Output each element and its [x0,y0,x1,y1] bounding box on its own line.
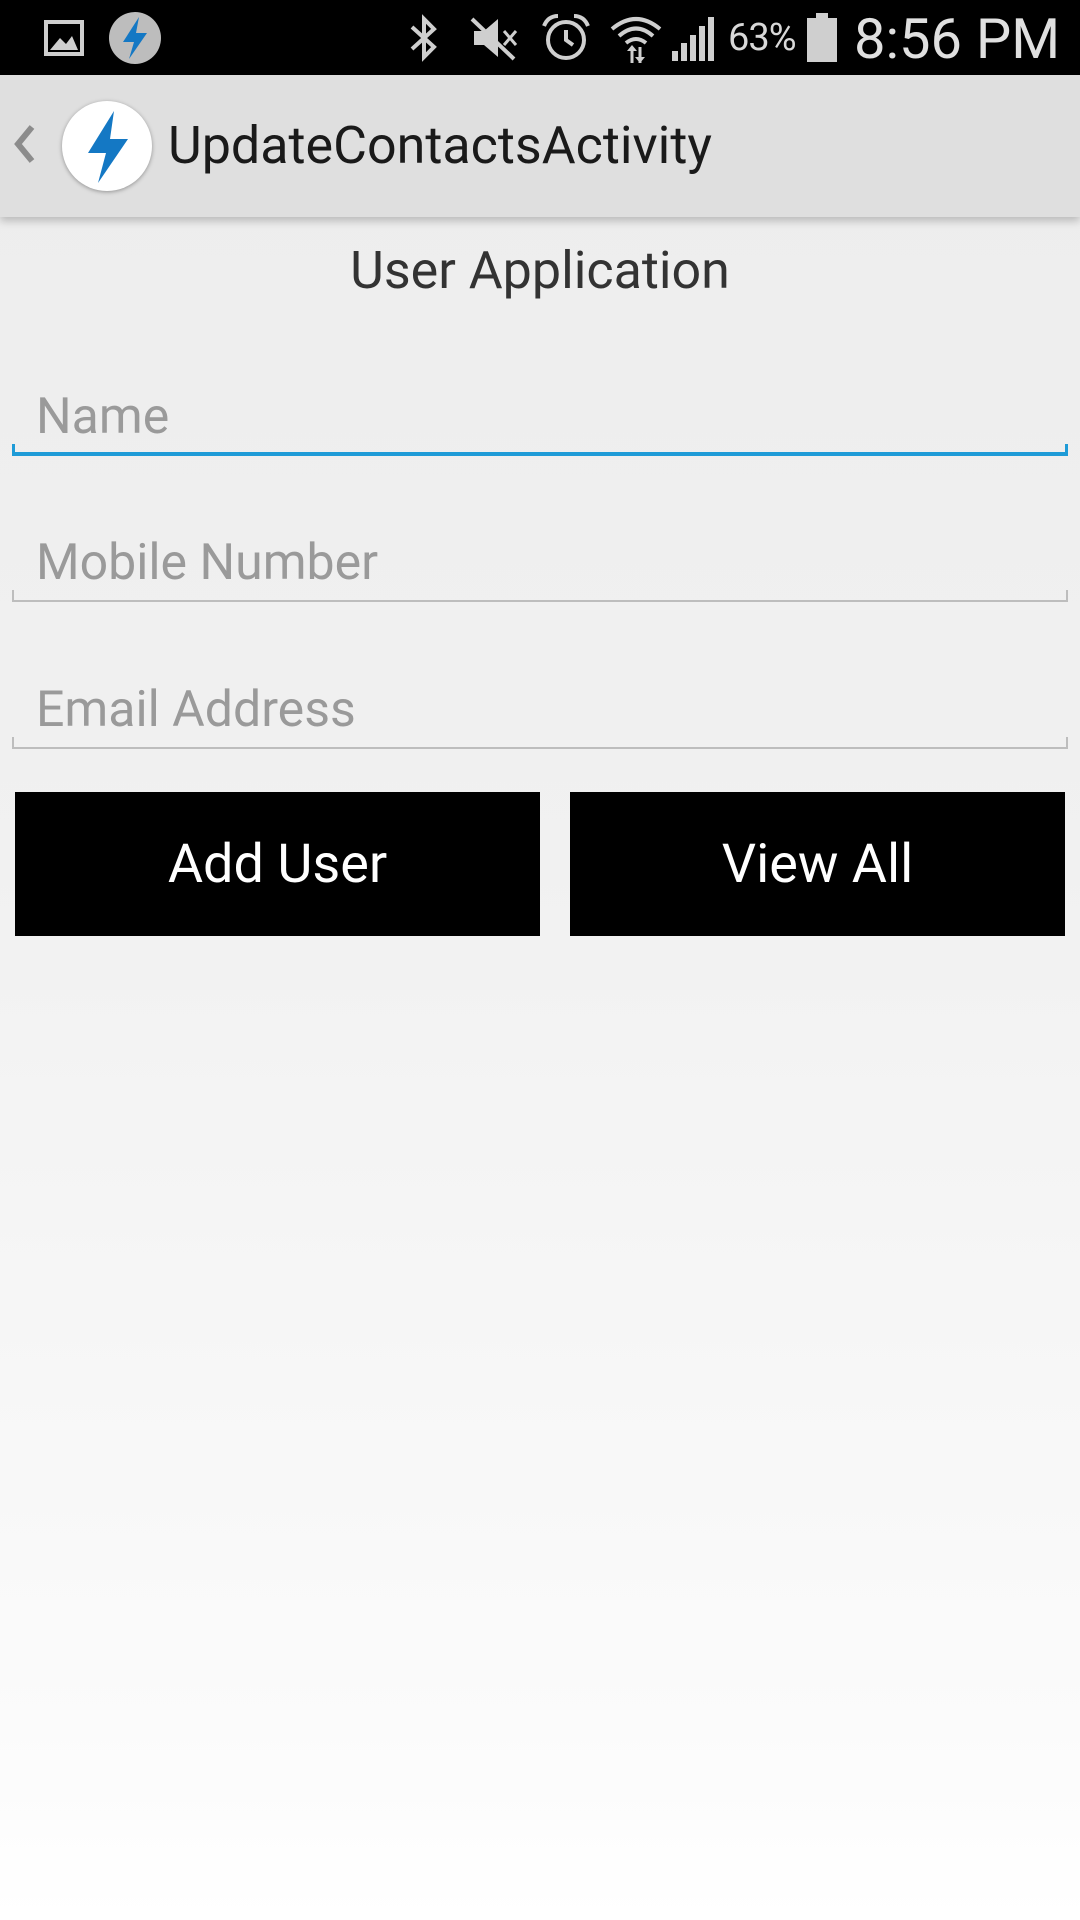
email-field [12,659,1068,749]
name-tick-left [12,444,15,456]
signal-icon [670,10,722,65]
form-heading: User Application [350,240,730,301]
mute-icon [468,10,520,65]
app-logo-button[interactable] [62,101,152,191]
action-bar: UpdateContactsActivity [0,75,1080,217]
chevron-left-icon[interactable] [10,117,38,171]
battery-percent: 63% [728,16,797,60]
battery-icon [806,10,838,65]
email-address-input[interactable] [12,659,1068,749]
lightning-bolt-icon [88,111,128,183]
name-underline [12,452,1068,456]
mobile-underline [12,600,1068,602]
add-user-button[interactable]: Add User [15,792,540,936]
email-underline [12,747,1068,749]
alarm-icon [540,10,592,65]
wifi-icon [608,10,664,65]
mobile-number-input[interactable] [12,512,1068,602]
app-notification-icon [108,10,162,65]
name-field [12,366,1068,456]
status-clock: 8:56 PM [854,6,1061,72]
mobile-field [12,512,1068,602]
name-input[interactable] [12,366,1068,456]
view-all-button[interactable]: View All [570,792,1065,936]
email-tick-right [1066,737,1068,749]
mobile-tick-right [1066,590,1068,602]
image-notification-icon [44,10,84,65]
mobile-tick-left [12,590,14,602]
name-tick-right [1065,444,1068,456]
email-tick-left [12,737,14,749]
bluetooth-icon [404,10,444,65]
status-bar: 63% 8:56 PM [0,0,1080,75]
activity-title: UpdateContactsActivity [168,115,712,176]
